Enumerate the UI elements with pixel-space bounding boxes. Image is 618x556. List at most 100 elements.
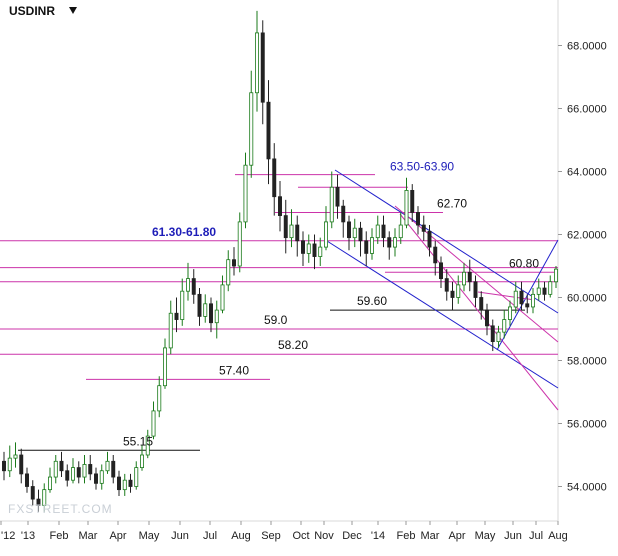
x-tick-label: Jul bbox=[529, 530, 543, 542]
candle-body bbox=[186, 278, 190, 292]
candle-body bbox=[88, 464, 93, 475]
x-tick-label: '13 bbox=[21, 530, 35, 542]
candle-body bbox=[456, 284, 461, 298]
y-tick-label: 54.0000 bbox=[567, 482, 607, 494]
candle-body bbox=[485, 309, 489, 327]
level-label: 62.70 bbox=[437, 196, 467, 210]
candle-body bbox=[180, 290, 185, 320]
x-tick-label: Apr bbox=[448, 530, 465, 542]
candle-body bbox=[542, 287, 547, 295]
candle-body bbox=[502, 319, 507, 333]
level-label: 55.15 bbox=[123, 434, 153, 448]
x-tick-label: Mar bbox=[79, 530, 98, 542]
candle-body bbox=[404, 189, 409, 226]
level-label: 57.40 bbox=[219, 363, 249, 377]
candle-body bbox=[306, 243, 311, 254]
y-tick-label: 68.0000 bbox=[567, 41, 607, 53]
level-label: 59.60 bbox=[357, 294, 387, 308]
x-tick-label: '12 bbox=[1, 530, 15, 542]
candle-body bbox=[479, 297, 484, 311]
candle-body bbox=[82, 464, 87, 478]
x-tick-label: Sep bbox=[261, 530, 281, 542]
candle-body bbox=[203, 303, 208, 317]
candle-body bbox=[237, 221, 242, 267]
candle-body bbox=[220, 284, 225, 311]
candle-body bbox=[554, 268, 558, 283]
ticker-label: USDINR bbox=[9, 4, 55, 18]
candle-body bbox=[536, 287, 541, 295]
candle-body bbox=[467, 271, 472, 283]
candle-body bbox=[151, 410, 156, 437]
level-label: 63.50-63.90 bbox=[390, 160, 454, 174]
level-label: 60.80 bbox=[509, 256, 539, 270]
candle-body bbox=[393, 237, 397, 248]
candle-body bbox=[341, 205, 346, 223]
candle-body bbox=[531, 293, 535, 308]
watermark: FXSTREET.COM bbox=[8, 502, 113, 516]
chart-panel: 54.0000 56.0000 58.0000 60.0000 62.0000 64.00… bbox=[0, 0, 618, 551]
candle-body bbox=[168, 312, 173, 349]
x-tick-label: May bbox=[139, 530, 160, 542]
candle-body bbox=[19, 454, 24, 475]
candle-body bbox=[318, 246, 323, 257]
y-tick-label: 56.0000 bbox=[567, 419, 607, 431]
plot-area bbox=[0, 0, 558, 521]
candle-body bbox=[260, 32, 265, 103]
candle-body bbox=[352, 227, 357, 239]
x-tick-label: Aug bbox=[231, 530, 251, 542]
candle-body bbox=[255, 32, 259, 94]
level-label: 61.30-61.80 bbox=[152, 225, 216, 239]
candle-body bbox=[301, 240, 305, 254]
candle-body bbox=[496, 331, 501, 342]
candle-body bbox=[450, 290, 455, 298]
candle-body bbox=[94, 473, 98, 484]
x-tick-label: Nov bbox=[314, 530, 334, 542]
candle-body bbox=[191, 278, 196, 295]
candle-body bbox=[243, 164, 248, 223]
y-tick-label: 64.0000 bbox=[567, 167, 607, 179]
candle-body bbox=[312, 243, 317, 257]
candle-body bbox=[416, 212, 420, 226]
candle-body bbox=[128, 479, 133, 487]
candle-body bbox=[433, 246, 438, 264]
candle-body bbox=[548, 281, 553, 295]
candle-body bbox=[13, 454, 18, 459]
candle-body bbox=[163, 347, 167, 387]
candle-body bbox=[157, 385, 162, 412]
candle-body bbox=[335, 186, 340, 207]
candle-body bbox=[410, 189, 415, 213]
x-tick-label: Mar bbox=[421, 530, 440, 542]
candle-body bbox=[48, 476, 52, 491]
candle-body bbox=[513, 290, 518, 308]
candle-body bbox=[226, 259, 231, 286]
x-tick-label: Oct bbox=[292, 530, 309, 542]
candle-body bbox=[462, 271, 466, 286]
candle-body bbox=[140, 454, 144, 468]
candle-body bbox=[490, 325, 495, 343]
x-tick-label: Jun bbox=[504, 530, 522, 542]
x-tick-label: Feb bbox=[50, 530, 69, 542]
candle-body bbox=[421, 224, 426, 232]
candle-body bbox=[347, 221, 351, 239]
candle-body bbox=[398, 224, 403, 239]
candle-body bbox=[427, 230, 432, 248]
y-tick-label: 66.0000 bbox=[567, 104, 607, 116]
candle-body bbox=[2, 460, 6, 472]
candle-body bbox=[278, 196, 282, 216]
candle-body bbox=[370, 237, 374, 254]
candle-body bbox=[473, 281, 478, 298]
candle-body bbox=[25, 473, 29, 487]
y-tick-label: 60.0000 bbox=[567, 293, 607, 305]
level-label: 58.20 bbox=[278, 338, 308, 352]
y-tick-label: 62.0000 bbox=[567, 230, 607, 242]
candle-body bbox=[375, 224, 380, 239]
candle-body bbox=[209, 303, 213, 324]
candle-body bbox=[122, 479, 127, 491]
candle-body bbox=[444, 278, 449, 292]
candle-body bbox=[283, 215, 288, 239]
candle-body bbox=[387, 237, 392, 248]
x-tick-label: Feb bbox=[397, 530, 416, 542]
candle-body bbox=[249, 92, 254, 166]
level-label: 59.0 bbox=[264, 313, 288, 327]
x-tick-label: May bbox=[475, 530, 496, 542]
